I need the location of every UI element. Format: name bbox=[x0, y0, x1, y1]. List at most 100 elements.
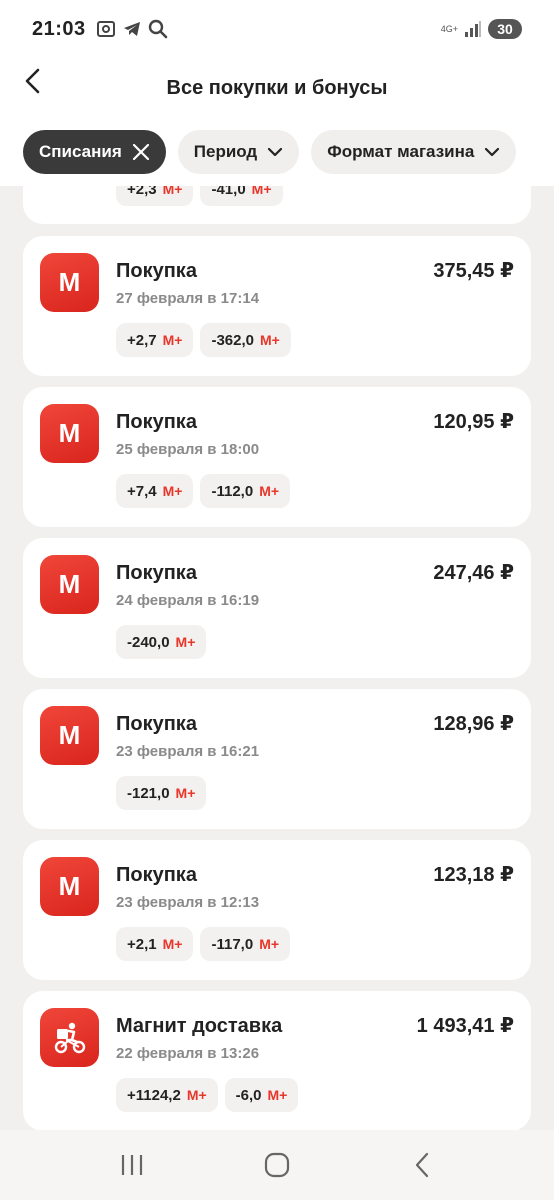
filter-chip-label: Формат магазина bbox=[327, 142, 475, 161]
bonus-badge: +7,4 М+ bbox=[116, 474, 194, 508]
bonus-badge: -112,0 М+ bbox=[200, 474, 291, 508]
filter-chip-writeoffs[interactable]: Списания bbox=[23, 130, 166, 174]
bonus-badges: +1124,2 М+ -6,0 М+ bbox=[116, 1078, 299, 1112]
transaction-card[interactable]: M Покупка 25 февраля в 18:00 120,95 ₽ +7… bbox=[23, 387, 531, 527]
bonus-badges: +2,7 М+ -362,0 М+ bbox=[116, 323, 291, 357]
transaction-card[interactable]: M Покупка 23 февраля в 16:21 128,96 ₽ -1… bbox=[23, 689, 531, 829]
bonus-value: -121,0 bbox=[127, 784, 170, 802]
bonus-unit: М+ bbox=[162, 186, 183, 197]
bonus-badge: +2,3 М+ bbox=[116, 186, 194, 206]
bonus-value: -6,0 bbox=[235, 1086, 262, 1104]
home-button[interactable] bbox=[252, 1140, 302, 1190]
bonus-badge: +1124,2 М+ bbox=[116, 1078, 218, 1112]
bonus-unit: М+ bbox=[259, 936, 280, 952]
status-bar: 21:03 4G+ 30 bbox=[0, 0, 554, 58]
transaction-date: 25 февраля в 18:00 bbox=[116, 441, 260, 458]
bonus-badge: -117,0 М+ bbox=[200, 927, 291, 961]
bonus-value: +2,7 bbox=[127, 331, 157, 349]
bonus-badge: -41,0 М+ bbox=[200, 186, 283, 206]
bonus-value: +1124,2 bbox=[127, 1086, 181, 1104]
transaction-amount: 247,46 ₽ bbox=[433, 562, 514, 584]
transaction-title: Покупка bbox=[116, 713, 197, 735]
bonus-unit: М+ bbox=[186, 1087, 207, 1103]
bonus-unit: М+ bbox=[267, 1087, 288, 1103]
bonus-value: -117,0 bbox=[211, 935, 254, 953]
magnit-m-icon: M bbox=[40, 857, 99, 916]
page-header: Все покупки и бонусы bbox=[0, 58, 554, 118]
transaction-card[interactable]: M Покупка 27 февраля в 17:14 375,45 ₽ +2… bbox=[23, 236, 531, 376]
battery-indicator: 30 bbox=[488, 19, 522, 39]
bonus-badges: -240,0 М+ bbox=[116, 625, 207, 659]
bonus-badge: +2,7 М+ bbox=[116, 323, 194, 357]
bonus-unit: М+ bbox=[175, 785, 196, 801]
transaction-card[interactable]: M Покупка 23 февраля в 12:13 123,18 ₽ +2… bbox=[23, 840, 531, 980]
bonus-badge: -121,0 М+ bbox=[116, 776, 207, 810]
status-right: 4G+ 30 bbox=[441, 19, 522, 39]
delivery-courier-icon bbox=[40, 1008, 99, 1067]
transaction-title: Покупка bbox=[116, 562, 197, 584]
filter-chip-label: Списания bbox=[39, 142, 122, 161]
bonus-value: +2,3 bbox=[127, 186, 157, 198]
transaction-amount: 128,96 ₽ bbox=[433, 713, 514, 735]
bonus-value: +7,4 bbox=[127, 482, 157, 500]
magnit-m-icon: M bbox=[40, 253, 99, 312]
bonus-unit: М+ bbox=[251, 186, 272, 197]
magnit-m-icon: M bbox=[40, 404, 99, 463]
transaction-card[interactable]: M Покупка 24 февраля в 16:19 247,46 ₽ -2… bbox=[23, 538, 531, 678]
transaction-amount: 1 493,41 ₽ bbox=[416, 1015, 514, 1037]
bonus-badge: -6,0 М+ bbox=[224, 1078, 299, 1112]
transaction-amount: 120,95 ₽ bbox=[433, 411, 514, 433]
transaction-date: 23 февраля в 16:21 bbox=[116, 743, 260, 760]
screenshot-icon bbox=[96, 21, 115, 37]
transaction-title: Покупка bbox=[116, 260, 197, 282]
filter-chip-label: Период bbox=[193, 142, 258, 161]
bonus-badges: +7,4 М+ -112,0 М+ bbox=[116, 474, 291, 508]
transaction-date: 23 февраля в 12:13 bbox=[116, 894, 260, 911]
transaction-amount: 123,18 ₽ bbox=[433, 864, 514, 886]
bonus-badge: -362,0 М+ bbox=[200, 323, 291, 357]
filter-chip-period[interactable]: Период bbox=[177, 130, 300, 174]
status-time: 21:03 bbox=[32, 17, 86, 40]
system-back-button[interactable] bbox=[397, 1140, 447, 1190]
chevron-down-icon bbox=[485, 147, 500, 157]
bonus-unit: М+ bbox=[260, 332, 280, 348]
status-notification-icons bbox=[96, 19, 168, 39]
signal-icon bbox=[465, 21, 481, 37]
bonus-unit: М+ bbox=[162, 332, 183, 348]
network-indicator: 4G+ bbox=[440, 23, 458, 34]
filter-chips: Списания Период Формат магазина bbox=[0, 118, 554, 186]
transaction-date: 24 февраля в 16:19 bbox=[116, 592, 260, 609]
system-nav-bar bbox=[0, 1130, 554, 1200]
bonus-value: -240,0 bbox=[127, 633, 170, 651]
bonus-value: -41,0 bbox=[211, 186, 246, 198]
bonus-badges: +2,3 М+ -41,0 М+ bbox=[116, 186, 283, 206]
transaction-card-partial[interactable]: +2,3 М+ -41,0 М+ bbox=[23, 186, 531, 224]
bonus-value: -362,0 bbox=[211, 331, 255, 349]
close-icon[interactable] bbox=[132, 143, 150, 161]
recent-apps-icon bbox=[122, 1155, 143, 1175]
telegram-icon bbox=[123, 22, 140, 36]
home-icon bbox=[264, 1152, 290, 1178]
transaction-date: 22 февраля в 13:26 bbox=[116, 1045, 260, 1062]
recent-apps-button[interactable] bbox=[107, 1140, 157, 1190]
page-title: Все покупки и бонусы bbox=[166, 76, 388, 99]
bonus-unit: М+ bbox=[175, 634, 196, 650]
transaction-title: Покупка bbox=[116, 864, 197, 886]
bonus-value: +2,1 bbox=[127, 935, 157, 953]
transaction-card[interactable]: Магнит доставка 22 февраля в 13:26 1 493… bbox=[23, 991, 531, 1130]
transactions-list[interactable]: +2,3 М+ -41,0 М+ M Покупка 27 февраля в … bbox=[0, 186, 554, 1130]
filter-chip-store-format[interactable]: Формат магазина bbox=[311, 130, 517, 174]
back-icon bbox=[415, 1152, 428, 1178]
bonus-unit: М+ bbox=[259, 483, 280, 499]
bonus-unit: М+ bbox=[162, 936, 183, 952]
back-button[interactable] bbox=[16, 64, 50, 98]
bonus-badges: -121,0 М+ bbox=[116, 776, 207, 810]
bonus-badge: -240,0 М+ bbox=[116, 625, 207, 659]
magnit-m-icon: M bbox=[40, 706, 99, 765]
bonus-badge: +2,1 М+ bbox=[116, 927, 194, 961]
chevron-down-icon bbox=[268, 147, 283, 157]
chevron-left-icon bbox=[25, 68, 40, 94]
magnit-m-icon: M bbox=[40, 555, 99, 614]
bonus-value: -112,0 bbox=[211, 482, 254, 500]
transaction-date: 27 февраля в 17:14 bbox=[116, 290, 260, 307]
